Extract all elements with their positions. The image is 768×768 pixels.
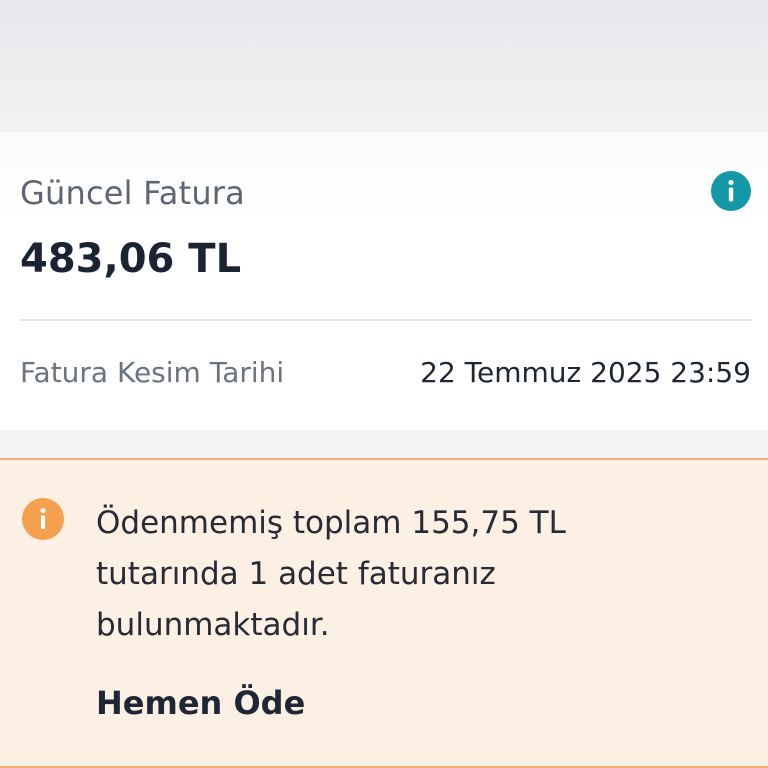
divider [20,319,751,321]
info-icon [728,179,734,202]
invoice-amount: 483,06 TL [20,236,242,282]
cut-date-value: 22 Temmuz 2025 23:59 [420,356,751,389]
info-button[interactable] [711,171,751,211]
bottom-border [0,760,768,768]
pay-now-link[interactable]: Hemen Öde [96,684,305,722]
screen: Güncel Fatura 483,06 TL Fatura Kesim Tar… [0,0,768,768]
info-icon [40,508,46,529]
invoice-title: Güncel Fatura [20,174,245,212]
cut-date-label: Fatura Kesim Tarihi [20,356,285,389]
warning-badge [22,498,64,540]
unpaid-warning-message: Ödenmemiş toplam 155,75 TL tutarında 1 a… [96,505,566,643]
section-gap [0,430,768,458]
top-shade [0,0,768,132]
